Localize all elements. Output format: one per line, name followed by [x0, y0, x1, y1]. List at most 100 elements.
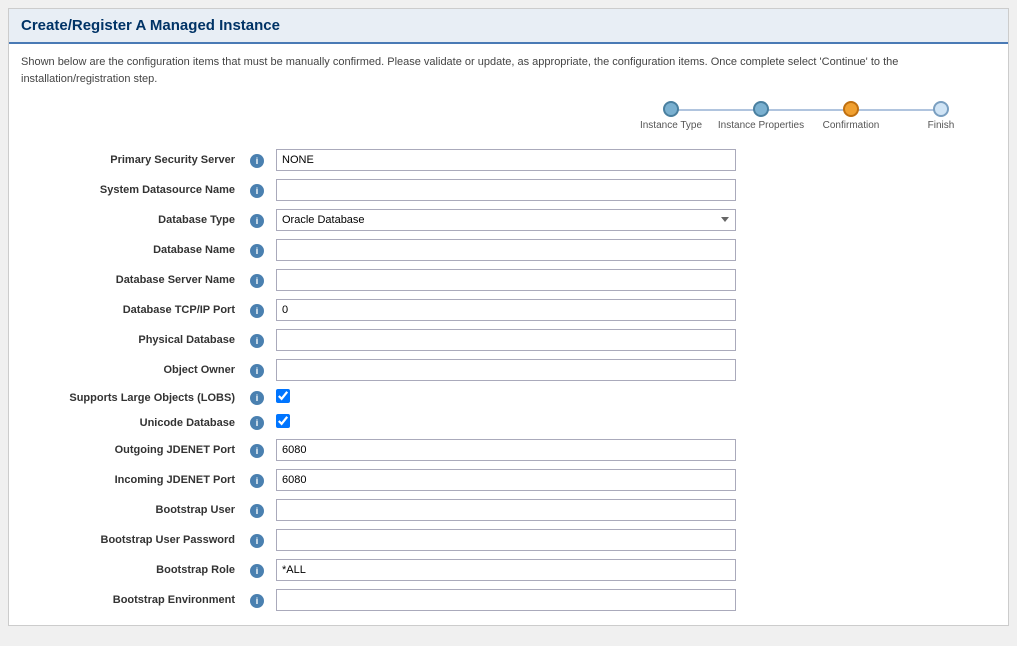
checkbox-9[interactable]	[276, 414, 290, 428]
info-icon[interactable]: i	[250, 391, 264, 405]
field-label: Object Owner	[21, 355, 241, 385]
wizard-step-instance-type: Instance Type	[626, 101, 716, 131]
field-input-cell	[270, 410, 996, 435]
step-label-instance-type: Instance Type	[640, 120, 702, 131]
form-row: Database Name i	[21, 235, 996, 265]
info-icon[interactable]: i	[250, 214, 264, 228]
form-row: Database TCP/IP Port i	[21, 295, 996, 325]
text-input-12[interactable]	[276, 499, 736, 521]
field-label: Outgoing JDENET Port	[21, 435, 241, 465]
text-input-10[interactable]	[276, 439, 736, 461]
form-row: Supports Large Objects (LOBS) i	[21, 385, 996, 410]
checkbox-8[interactable]	[276, 389, 290, 403]
form-row: Unicode Database i	[21, 410, 996, 435]
step-label-confirmation: Confirmation	[823, 120, 880, 131]
field-input-cell	[270, 465, 996, 495]
form-row: Bootstrap Environment i	[21, 585, 996, 615]
form-row: Bootstrap User Password i	[21, 525, 996, 555]
text-input-14[interactable]	[276, 559, 736, 581]
text-input-1[interactable]	[276, 179, 736, 201]
text-input-6[interactable]	[276, 329, 736, 351]
field-label: Bootstrap User	[21, 495, 241, 525]
field-label: Database Type	[21, 205, 241, 235]
text-input-7[interactable]	[276, 359, 736, 381]
step-circle-finish	[933, 101, 949, 117]
field-input-cell	[270, 175, 996, 205]
wizard-step-finish: Finish	[896, 101, 986, 131]
field-input-cell	[270, 435, 996, 465]
form-row: Bootstrap User i	[21, 495, 996, 525]
field-label: Incoming JDENET Port	[21, 465, 241, 495]
form-row: Bootstrap Role i	[21, 555, 996, 585]
wizard-step-instance-properties: Instance Properties	[716, 101, 806, 131]
form-row: Object Owner i	[21, 355, 996, 385]
page-content: Shown below are the configuration items …	[9, 44, 1008, 625]
field-input-cell	[270, 295, 996, 325]
field-label: System Datasource Name	[21, 175, 241, 205]
page-header: Create/Register A Managed Instance	[9, 9, 1008, 44]
text-input-13[interactable]	[276, 529, 736, 551]
step-label-instance-properties: Instance Properties	[718, 120, 804, 131]
info-icon[interactable]: i	[250, 594, 264, 608]
info-icon[interactable]: i	[250, 444, 264, 458]
info-icon[interactable]: i	[250, 564, 264, 578]
info-icon[interactable]: i	[250, 474, 264, 488]
info-icon[interactable]: i	[250, 504, 264, 518]
field-label: Database TCP/IP Port	[21, 295, 241, 325]
field-input-cell	[270, 325, 996, 355]
field-label: Physical Database	[21, 325, 241, 355]
step-circle-instance-type	[663, 101, 679, 117]
database-type-select[interactable]: Oracle DatabaseSQL ServerIBM DB2	[276, 209, 736, 231]
info-icon[interactable]: i	[250, 184, 264, 198]
field-input-cell	[270, 585, 996, 615]
info-icon[interactable]: i	[250, 364, 264, 378]
field-input-cell: Oracle DatabaseSQL ServerIBM DB2	[270, 205, 996, 235]
field-label: Database Server Name	[21, 265, 241, 295]
field-label: Supports Large Objects (LOBS)	[21, 385, 241, 410]
wizard-steps: Instance Type Instance Properties Confir…	[21, 101, 996, 131]
field-input-cell	[270, 495, 996, 525]
field-label: Bootstrap Role	[21, 555, 241, 585]
description: Shown below are the configuration items …	[21, 54, 996, 87]
wizard-step-confirmation: Confirmation	[806, 101, 896, 131]
field-label: Bootstrap Environment	[21, 585, 241, 615]
info-icon[interactable]: i	[250, 274, 264, 288]
step-circle-confirmation	[843, 101, 859, 117]
form-row: Primary Security Server i	[21, 145, 996, 175]
form-row: Physical Database i	[21, 325, 996, 355]
field-input-cell	[270, 385, 996, 410]
text-input-4[interactable]	[276, 269, 736, 291]
info-icon[interactable]: i	[250, 244, 264, 258]
step-circle-instance-properties	[753, 101, 769, 117]
field-input-cell	[270, 265, 996, 295]
field-input-cell	[270, 555, 996, 585]
field-input-cell	[270, 525, 996, 555]
text-input-11[interactable]	[276, 469, 736, 491]
field-label: Primary Security Server	[21, 145, 241, 175]
field-label: Database Name	[21, 235, 241, 265]
field-input-cell	[270, 355, 996, 385]
text-input-5[interactable]	[276, 299, 736, 321]
page-container: Create/Register A Managed Instance Shown…	[8, 8, 1009, 626]
field-input-cell	[270, 145, 996, 175]
form-table: Primary Security ServeriSystem Datasourc…	[21, 145, 996, 615]
text-input-3[interactable]	[276, 239, 736, 261]
field-input-cell	[270, 235, 996, 265]
form-row: Database Type i Oracle DatabaseSQL ServerI…	[21, 205, 996, 235]
info-icon[interactable]: i	[250, 304, 264, 318]
form-row: System Datasource Name i	[21, 175, 996, 205]
step-label-finish: Finish	[928, 120, 955, 131]
text-input-0[interactable]	[276, 149, 736, 171]
info-icon[interactable]: i	[250, 154, 264, 168]
form-row: Database Server Name i	[21, 265, 996, 295]
field-label: Unicode Database	[21, 410, 241, 435]
text-input-15[interactable]	[276, 589, 736, 611]
page-title: Create/Register A Managed Instance	[21, 17, 996, 34]
info-icon[interactable]: i	[250, 416, 264, 430]
select-wrapper: Oracle DatabaseSQL ServerIBM DB2	[276, 209, 736, 231]
form-row: Outgoing JDENET Port i	[21, 435, 996, 465]
form-row: Incoming JDENET Port i	[21, 465, 996, 495]
field-label: Bootstrap User Password	[21, 525, 241, 555]
info-icon[interactable]: i	[250, 534, 264, 548]
info-icon[interactable]: i	[250, 334, 264, 348]
